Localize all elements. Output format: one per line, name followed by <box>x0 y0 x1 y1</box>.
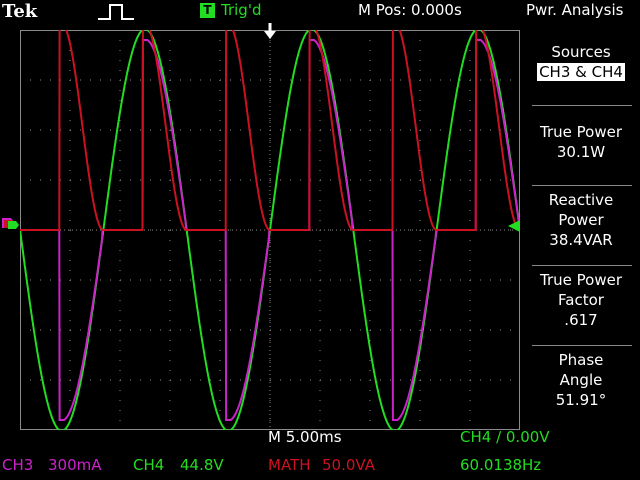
ch4-scale: 44.8V <box>180 456 224 474</box>
trigger-setting-readout: CH4 ∕ 0.00V <box>460 428 550 446</box>
sources-value: CH3 & CH4 <box>537 63 625 81</box>
power-factor-readout: True Power Factor .617 <box>526 270 636 330</box>
phase-angle-value: 51.91° <box>555 391 607 409</box>
sources-menu-button[interactable]: Sources CH3 & CH4 <box>526 42 636 82</box>
phase-angle-readout: Phase Angle 51.91° <box>526 350 636 410</box>
trigger-level-marker-icon <box>508 220 520 232</box>
menu-divider <box>532 265 632 266</box>
timebase-readout: M 5.00ms <box>268 428 342 446</box>
reactive-power-label-2: Power <box>558 211 604 229</box>
phase-angle-label-2: Angle <box>559 371 603 389</box>
power-analysis-menu: Sources CH3 & CH4 True Power 30.1W React… <box>526 30 640 450</box>
reactive-power-readout: Reactive Power 38.4VAR <box>526 190 636 250</box>
ch4-label: CH4 <box>133 456 165 474</box>
menu-divider <box>532 185 632 186</box>
reactive-power-value: 38.4VAR <box>549 231 613 249</box>
reactive-power-label-1: Reactive <box>548 191 614 209</box>
true-power-readout: True Power 30.1W <box>526 122 636 162</box>
ch4-ground-marker-icon <box>8 221 19 229</box>
trigger-position-marker-icon <box>264 31 276 39</box>
trigger-position-stem-icon <box>268 23 272 32</box>
true-power-value: 30.1W <box>556 143 606 161</box>
menu-divider <box>532 105 632 106</box>
math-scale: 50.0VA <box>322 456 375 474</box>
true-power-label: True Power <box>540 123 622 141</box>
phase-angle-label-1: Phase <box>558 351 604 369</box>
ch3-label: CH3 <box>2 456 34 474</box>
math-label: MATH <box>268 456 311 474</box>
frequency-readout: 60.0138Hz <box>460 456 542 474</box>
sources-label: Sources <box>551 43 611 61</box>
menu-divider <box>532 345 632 346</box>
power-factor-label-1: True Power <box>540 271 622 289</box>
power-factor-value: .617 <box>564 311 598 329</box>
power-factor-label-2: Factor <box>558 291 604 309</box>
ch3-scale: 300mA <box>48 456 102 474</box>
